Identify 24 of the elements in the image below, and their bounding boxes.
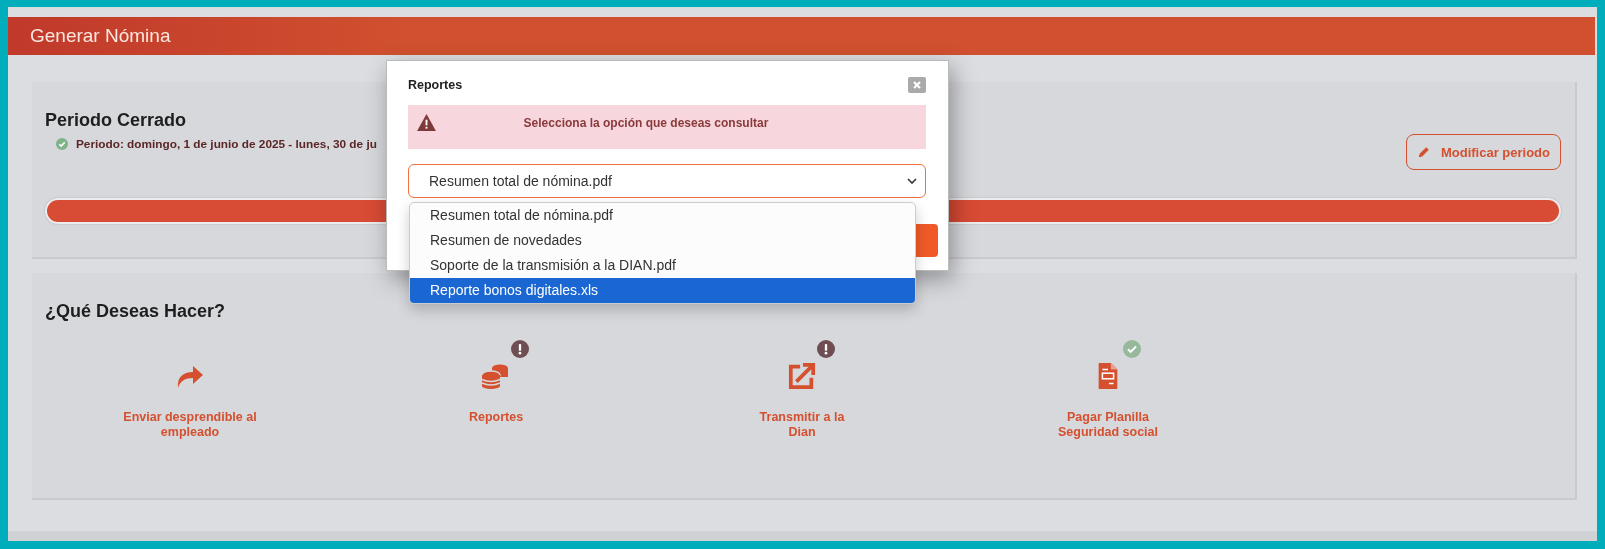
report-select[interactable]: Resumen total de nómina.pdf <box>408 164 926 198</box>
coins-icon[interactable] <box>481 362 511 390</box>
dropdown-option[interactable]: Soporte de la transmisión a la DIAN.pdf <box>410 253 915 278</box>
page-title: Generar Nómina <box>30 25 171 47</box>
dropdown-option[interactable]: Resumen de novedades <box>410 228 915 253</box>
dialog-title: Reportes <box>408 78 463 92</box>
warning-icon <box>417 114 436 131</box>
period-title: Periodo Cerrado <box>45 110 188 131</box>
check-icon <box>56 138 68 150</box>
alert-message: Selecciona la opción que deseas consultar <box>522 116 770 130</box>
dropdown-option[interactable]: Reporte bonos digitales.xls <box>410 278 915 303</box>
action-link[interactable]: Reportes <box>428 410 564 425</box>
action-link[interactable]: Transmitir a la Dian <box>752 410 852 440</box>
external-link-icon[interactable] <box>787 362 817 390</box>
pencil-icon <box>1416 145 1431 159</box>
action-link[interactable]: Pagar Planilla Seguridad social <box>1040 410 1176 440</box>
dropdown-option[interactable]: Resumen total de nómina.pdf <box>410 203 915 228</box>
close-icon <box>912 80 922 90</box>
modify-period-button[interactable]: Modificar periodo <box>1405 134 1561 170</box>
close-button[interactable] <box>908 77 926 93</box>
period-range: Periodo: domingo, 1 de junio de 2025 - lunes, 30 de ju <box>76 137 377 151</box>
action-link[interactable]: Enviar desprendible al empleado <box>115 410 265 440</box>
actions-title: ¿Qué Deseas Hacer? <box>45 301 227 322</box>
chevron-down-icon <box>907 178 917 184</box>
